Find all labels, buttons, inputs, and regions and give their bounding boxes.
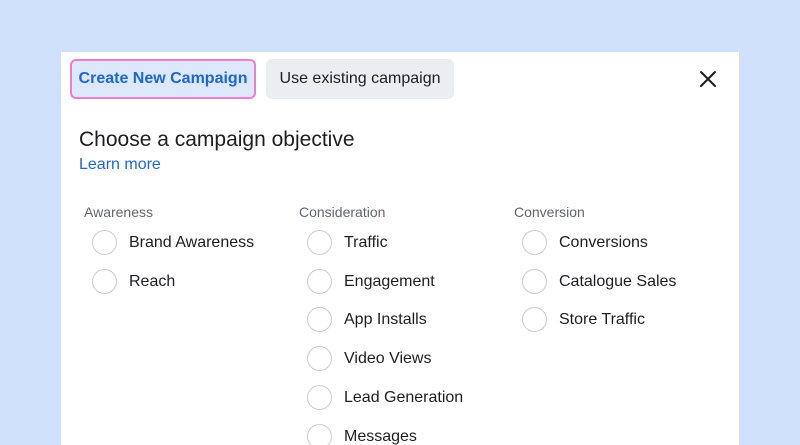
radio-button[interactable]: [522, 230, 547, 255]
objective-option-awareness[interactable]: Reach: [84, 268, 294, 298]
objective-column-consideration: Consideration Traffic Engagement App Insta…: [299, 204, 509, 445]
option-label: Conversions: [559, 234, 648, 251]
tab-create-new-campaign[interactable]: Create New Campaign: [70, 59, 256, 99]
option-label: Catalogue Sales: [559, 272, 677, 290]
learn-more-link[interactable]: Learn more: [79, 156, 161, 174]
option-label: Brand Awareness: [129, 234, 255, 251]
objective-option-consideration[interactable]: Lead Generation: [299, 384, 509, 414]
objective-option-conversion[interactable]: Conversions: [514, 229, 724, 259]
close-icon[interactable]: [699, 70, 717, 88]
radio-button[interactable]: [307, 307, 332, 333]
tab-use-existing-campaign[interactable]: Use existing campaign: [266, 59, 454, 99]
option-label: App Installs: [344, 311, 427, 329]
objective-option-awareness[interactable]: Brand Awareness: [84, 229, 294, 259]
column-title-conversion: Conversion: [514, 204, 585, 220]
option-label: Traffic: [344, 234, 388, 251]
objective-option-conversion[interactable]: Store Traffic: [514, 306, 724, 336]
column-title-consideration: Consideration: [299, 204, 386, 220]
option-label: Lead Generation: [344, 388, 464, 406]
radio-button[interactable]: [307, 384, 332, 410]
objective-option-consideration[interactable]: Video Views: [299, 345, 509, 375]
objective-column-awareness: Awareness Brand Awareness Reach: [84, 204, 294, 294]
option-label: Video Views: [344, 350, 432, 368]
objective-column-conversion: Conversion Conversions Catalogue Sales Sto…: [514, 204, 724, 333]
radio-button[interactable]: [92, 268, 117, 294]
radio-button[interactable]: [307, 346, 332, 372]
objective-option-consideration[interactable]: Engagement: [299, 268, 509, 298]
page-title: Choose a campaign objective: [79, 128, 355, 151]
option-label: Store Traffic: [559, 311, 645, 329]
option-label: Engagement: [344, 272, 435, 290]
radio-button[interactable]: [307, 230, 332, 255]
radio-button[interactable]: [522, 307, 547, 333]
option-label: Messages: [344, 427, 417, 445]
objective-option-consideration[interactable]: Traffic: [299, 229, 509, 259]
objective-option-consideration[interactable]: Messages: [299, 423, 509, 445]
create-campaign-dialog: Create New Campaign Use existing campaig…: [61, 52, 739, 445]
option-label: Reach: [129, 272, 176, 290]
objective-option-conversion[interactable]: Catalogue Sales: [514, 268, 724, 298]
radio-button[interactable]: [92, 230, 117, 255]
radio-button[interactable]: [307, 423, 332, 445]
radio-button[interactable]: [522, 268, 547, 294]
campaign-tab-bar: Create New Campaign Use existing campaig…: [61, 52, 739, 108]
radio-button[interactable]: [307, 268, 332, 294]
objective-option-consideration[interactable]: App Installs: [299, 306, 509, 336]
column-title-awareness: Awareness: [84, 204, 154, 220]
